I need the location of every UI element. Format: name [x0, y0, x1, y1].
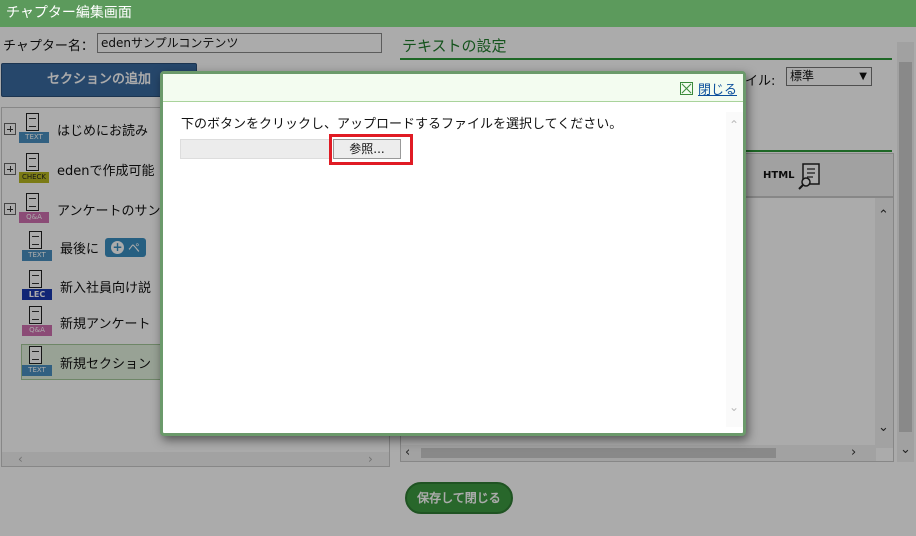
close-label: 閉じる	[697, 83, 737, 98]
close-button[interactable]: 閉じる	[679, 79, 737, 98]
upload-instruction: 下のボタンをクリックし、アップロードするファイルを選択してください。	[181, 117, 623, 132]
file-upload-dialog: 閉じる 下のボタンをクリックし、アップロードするファイルを選択してください。 参…	[160, 71, 746, 436]
window-title: チャプター編集画面	[0, 0, 916, 27]
close-icon	[679, 82, 693, 95]
dialog-vertical-scrollbar[interactable]: ⌃ ⌄	[726, 112, 743, 427]
scroll-down-icon[interactable]: ⌄	[729, 400, 739, 414]
file-path-field[interactable]	[180, 139, 330, 159]
highlight-box	[329, 134, 413, 165]
scroll-up-icon[interactable]: ⌃	[729, 118, 739, 132]
dialog-header: 閉じる	[163, 74, 743, 102]
